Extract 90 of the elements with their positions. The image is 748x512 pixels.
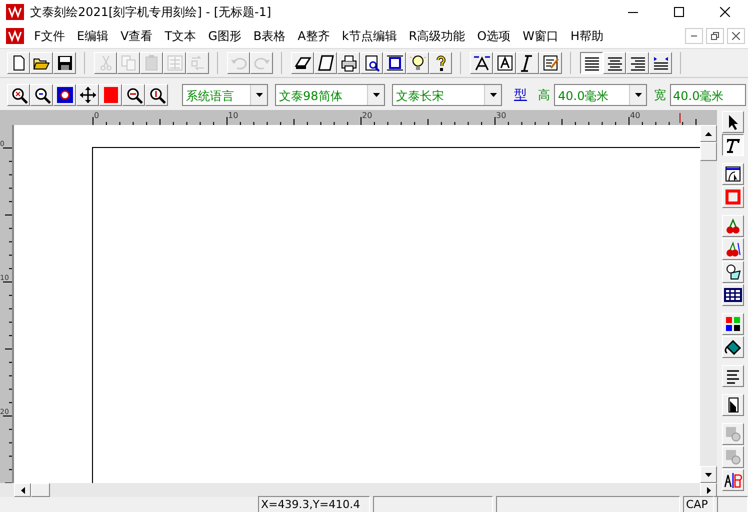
close-icon (720, 7, 730, 17)
grid-document-icon (166, 54, 184, 72)
rectangle-tool-icon (724, 188, 742, 206)
down-arrow-icon (705, 472, 712, 476)
zoom-toolbar-button[interactable] (145, 84, 168, 106)
menu-item[interactable]: F文件 (28, 28, 71, 44)
toolbar-button[interactable] (580, 52, 603, 74)
width-label: 宽 (654, 86, 666, 104)
light-bulb-icon (408, 54, 426, 72)
left-arrow-icon (20, 486, 24, 494)
menu-item[interactable]: A整齐 (292, 28, 336, 44)
cherry-with-line-icon (724, 240, 742, 258)
up-arrow-icon (705, 132, 712, 136)
language-dropdown[interactable]: 系统语言 (182, 84, 268, 106)
zoom-toolbar-button[interactable] (122, 84, 145, 106)
caret-icon (634, 93, 642, 97)
ruler-number: 20 (362, 111, 372, 120)
menu-item[interactable]: V查看 (114, 28, 159, 44)
swap-arrows-icon (188, 54, 206, 72)
style-link[interactable]: 型 (514, 86, 527, 104)
caret-icon (256, 93, 262, 97)
zoom-in-icon (10, 86, 28, 104)
font-dropdown[interactable]: 文泰98简体 (275, 84, 385, 106)
color-swatch-icon (102, 86, 120, 104)
height-dropdown[interactable]: 40.0毫米 (554, 84, 647, 106)
close-icon (732, 32, 740, 40)
horizontal-scrollbar[interactable] (0, 483, 717, 497)
caret-icon (372, 93, 380, 97)
print-preview-icon (362, 54, 380, 72)
height-label: 高 (538, 86, 550, 104)
right-arrow-icon (706, 486, 710, 494)
letter-a-box-icon (496, 54, 514, 72)
zoom-horizontal-icon (124, 86, 142, 104)
node-edit-icon (724, 165, 742, 183)
minimize-icon (691, 35, 697, 37)
menu-item[interactable]: k节点编辑 (336, 28, 403, 44)
menu-item[interactable]: E编辑 (70, 28, 114, 44)
cherry-icon (724, 217, 742, 235)
scroll-thumb[interactable] (700, 142, 717, 161)
app-logo-icon (6, 28, 24, 44)
document-close-button[interactable] (727, 28, 745, 44)
copy-icon (120, 54, 138, 72)
document-restore-button[interactable] (706, 28, 724, 44)
zoom-toolbar-button[interactable] (76, 84, 99, 106)
spacing-arrows-icon (472, 54, 490, 72)
split-letters-icon (724, 471, 742, 489)
tool-palette-button[interactable] (722, 134, 744, 156)
justify-spacing-icon (652, 54, 670, 72)
menu-item[interactable]: G图形 (202, 28, 248, 44)
menu-item[interactable]: T文本 (158, 28, 202, 44)
status-panel (717, 496, 748, 512)
restore-icon (711, 32, 719, 40)
table-icon (724, 286, 742, 304)
font-dropdown[interactable]: 文泰长宋 (392, 84, 502, 106)
menu-item[interactable]: R高级功能 (402, 28, 472, 44)
zoom-page-icon (56, 86, 74, 104)
document-minimize-button[interactable] (685, 28, 703, 44)
caps-lock-indicator: CAP (683, 496, 714, 512)
menu-item[interactable]: B表格 (247, 28, 292, 44)
app-logo-icon (6, 4, 24, 20)
ruler-number: 30 (496, 111, 506, 120)
paint-bucket-icon (724, 338, 742, 356)
menu-item[interactable]: O选项 (471, 28, 517, 44)
zoom-toolbar-button[interactable] (53, 84, 76, 106)
maximize-icon (674, 7, 684, 17)
printer-icon (340, 54, 358, 72)
zoom-toolbar-button[interactable] (30, 84, 53, 106)
ruler-number: 10 (228, 111, 238, 120)
page-frame-icon (386, 54, 404, 72)
menu-item[interactable]: W窗口 (516, 28, 564, 44)
shape-tool-icon (724, 263, 742, 281)
ruler-number: 40 (630, 111, 640, 120)
slanted-page-icon (316, 54, 334, 72)
width-field[interactable]: 40.0毫米 (670, 84, 746, 106)
menu-item[interactable]: H帮助 (564, 28, 610, 44)
caret-icon (490, 93, 496, 97)
zoom-out-icon (32, 86, 50, 104)
window-title: 文泰刻绘2021[刻字机专用刻绘] - [无标题-1] (30, 4, 272, 20)
grayed-shape-icon (724, 448, 742, 466)
edit-text-icon (542, 54, 560, 72)
scroll-thumb[interactable] (31, 483, 50, 497)
clipboard-icon (142, 54, 160, 72)
grayed-shape-icon (724, 425, 742, 443)
coordinates-readout: X=439.3,Y=410.4 (258, 496, 370, 512)
vertical-scrollbar[interactable] (700, 125, 717, 483)
zoom-toolbar-button[interactable] (7, 84, 30, 106)
move-arrows-icon (78, 86, 96, 104)
zoom-vertical-icon (148, 86, 166, 104)
color-grid-icon (724, 315, 742, 333)
ruler-number: 0 (94, 111, 100, 120)
